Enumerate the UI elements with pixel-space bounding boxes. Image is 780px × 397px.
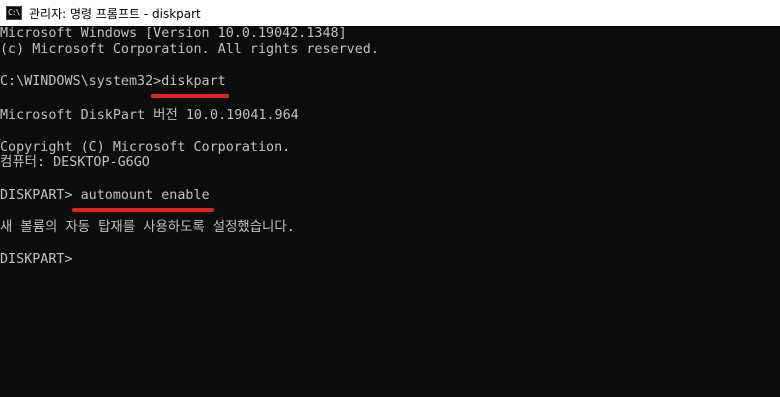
- console-line-diskpart-command: C:\WINDOWS\system32>diskpart: [0, 74, 226, 89]
- window-title: 관리자: 명령 프롬프트 - diskpart: [29, 6, 201, 21]
- diskpart-command-underline: [151, 94, 229, 98]
- console-line-automount-command: DISKPART> automount enable: [0, 188, 210, 203]
- command-prompt-window: C:\ 관리자: 명령 프롬프트 - diskpart Microsoft Wi…: [0, 0, 780, 397]
- console-line-computer-name: 컴퓨터: DESKTOP-G6GO: [0, 155, 150, 170]
- cmd-icon: C:\: [6, 6, 22, 20]
- console-line-automount-result: 새 볼륨의 자동 탑재를 사용하도록 설정했습니다.: [0, 220, 295, 235]
- console-line-diskpart-copyright: Copyright (C) Microsoft Corporation.: [0, 140, 291, 155]
- console-line-version: Microsoft Windows [Version 10.0.19042.13…: [0, 26, 347, 41]
- console-line-copyright: (c) Microsoft Corporation. All rights re…: [0, 42, 379, 57]
- automount-command-underline: [72, 208, 214, 212]
- console-line-diskpart-version: Microsoft DiskPart 버전 10.0.19041.964: [0, 108, 299, 123]
- console-output[interactable]: Microsoft Windows [Version 10.0.19042.13…: [0, 26, 780, 397]
- title-bar[interactable]: C:\ 관리자: 명령 프롬프트 - diskpart: [0, 0, 780, 26]
- console-line-prompt[interactable]: DISKPART>: [0, 252, 73, 268]
